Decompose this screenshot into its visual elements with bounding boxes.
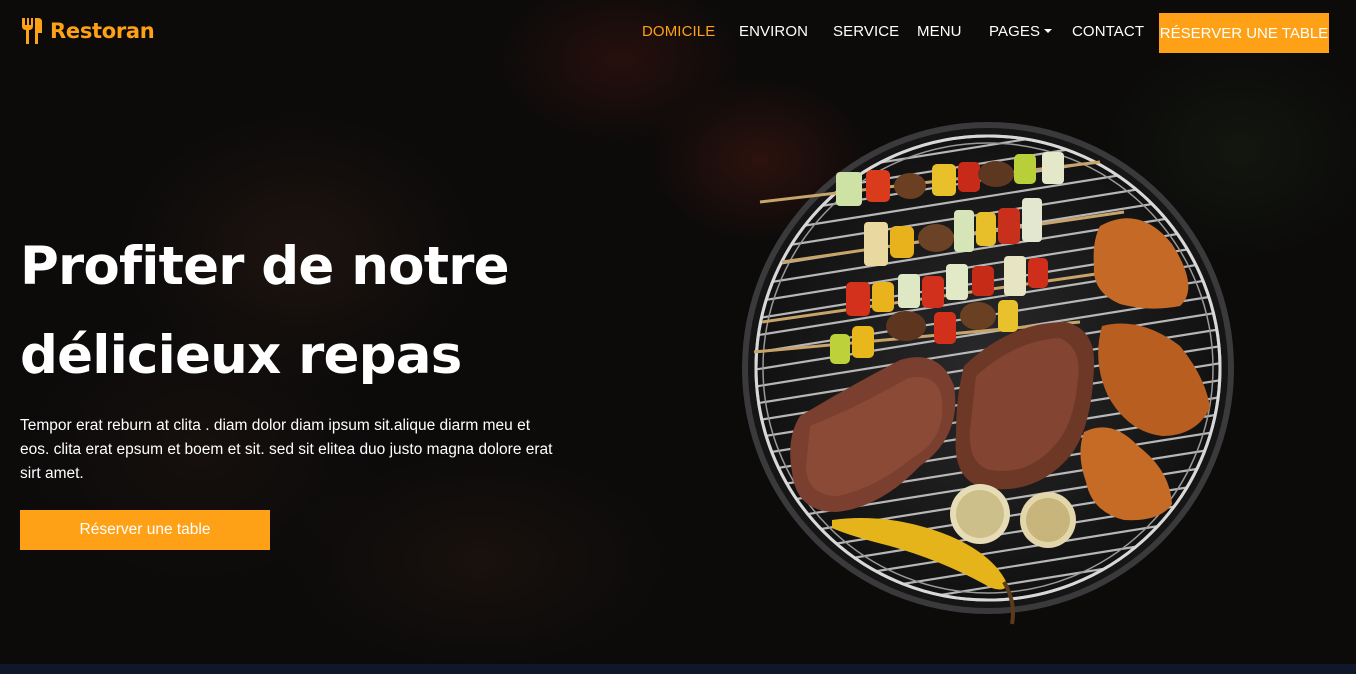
hero-content: Profiter de notre délicieux repas Tempor…: [20, 222, 580, 550]
reserve-table-hero-button[interactable]: Réserver une table: [20, 510, 270, 550]
nav-link-environ[interactable]: ENVIRON: [739, 23, 808, 40]
section-divider: [0, 664, 1356, 674]
nav-dropdown-label: PAGES: [989, 23, 1041, 40]
nav-menu: DOMICILE ENVIRON SERVICE MENU PAGES CONT…: [0, 23, 1356, 45]
nav-link-menu[interactable]: MENU: [917, 23, 962, 40]
nav-link-contact[interactable]: CONTACT: [1072, 23, 1144, 40]
hero-description: Tempor erat reburn at clita . diam dolor…: [20, 417, 553, 482]
hero-title-line1: Profiter de notre: [20, 236, 510, 297]
nav-dropdown-pages[interactable]: PAGES: [989, 23, 1053, 40]
hero-title-line2: délicieux repas: [20, 325, 462, 386]
grilled-food-image: [742, 122, 1234, 625]
navbar: Restoran DOMICILE ENVIRON SERVICE MENU P…: [0, 0, 1356, 66]
hero-title: Profiter de notre délicieux repas: [20, 222, 580, 400]
reserve-table-nav-button[interactable]: RÉSERVER UNE TABLE: [1159, 13, 1329, 53]
nav-link-domicile[interactable]: DOMICILE: [642, 23, 715, 40]
caret-down-icon: [1044, 29, 1053, 33]
nav-link-service[interactable]: SERVICE: [833, 23, 899, 40]
